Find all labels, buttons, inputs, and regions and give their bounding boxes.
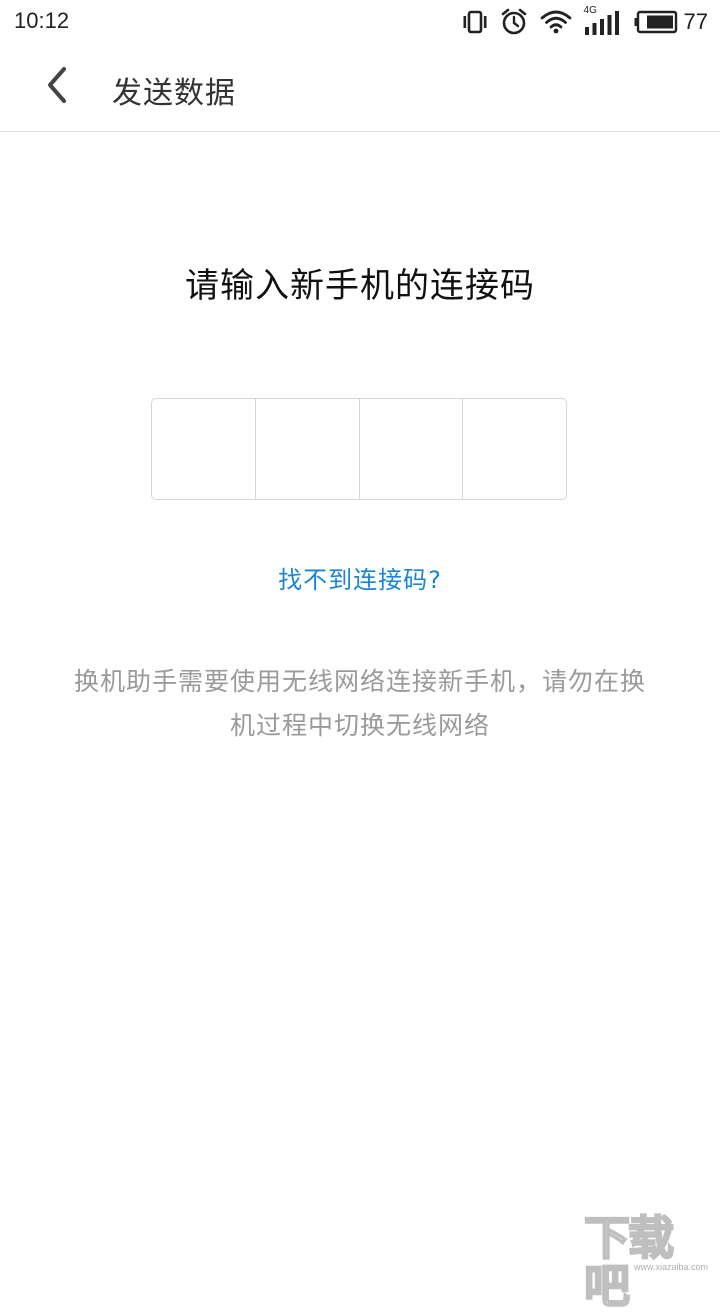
watermark-logo: 下载吧 www.xiazaiba.com	[583, 1213, 712, 1311]
code-digit-4[interactable]	[463, 399, 566, 499]
chevron-left-icon	[42, 65, 72, 109]
signal-icon: 4G	[584, 5, 622, 37]
cannot-find-code-link[interactable]: 找不到连接码?	[0, 560, 720, 595]
vibrate-icon	[462, 9, 488, 35]
battery-icon	[634, 10, 678, 34]
page-title: 发送数据	[112, 76, 236, 111]
code-digit-2[interactable]	[256, 399, 360, 499]
app-bar: 发送数据	[0, 44, 720, 132]
status-icons: 4G 77	[462, 5, 708, 38]
battery-level: 77	[683, 9, 708, 34]
watermark-url: www.xiazaiba.com	[633, 1262, 708, 1272]
connection-code-input[interactable]	[151, 398, 567, 500]
connection-code-prompt: 请输入新手机的连接码	[185, 266, 535, 306]
alarm-icon	[500, 8, 528, 36]
wifi-icon	[540, 9, 572, 35]
wifi-notice: 换机助手需要使用无线网络连接新手机，请勿在换机过程中切换无线网络	[73, 667, 646, 740]
code-digit-1[interactable]	[152, 399, 256, 499]
code-digit-3[interactable]	[360, 399, 464, 499]
back-button[interactable]	[30, 60, 84, 114]
status-bar: 10:12 4G 77	[0, 0, 720, 44]
status-time: 10:12	[14, 8, 70, 33]
